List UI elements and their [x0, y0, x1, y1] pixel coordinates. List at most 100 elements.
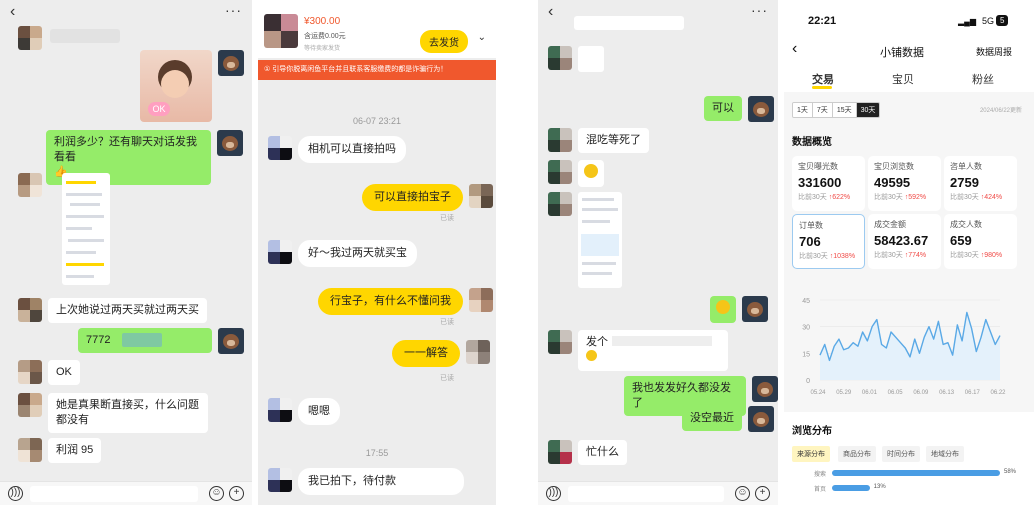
- avatar[interactable]: [469, 288, 493, 312]
- list-item: 嗯嗯: [268, 398, 340, 425]
- input-bar: ))) ☺ +: [0, 481, 252, 505]
- metric-card[interactable]: 咨单人数 2759 比前30天 ↑424%: [944, 156, 1017, 211]
- avatar[interactable]: [548, 160, 572, 184]
- tab-trade[interactable]: 交易: [812, 71, 834, 87]
- product-thumbnail[interactable]: [264, 14, 298, 48]
- timestamp: 06-07 23:21: [352, 116, 402, 126]
- message-bubble[interactable]: 她是真果断直接买，什么问题都没有: [48, 393, 208, 433]
- screenshot-message[interactable]: [578, 192, 622, 288]
- emoji-icon[interactable]: ☺: [735, 486, 750, 501]
- message-bubble[interactable]: 行宝子，有什么不懂问我: [318, 288, 463, 315]
- read-status: 已读: [440, 319, 454, 326]
- message-bubble[interactable]: 混吃等死了: [578, 128, 649, 153]
- plus-icon[interactable]: +: [229, 486, 244, 501]
- message-bubble[interactable]: 没空最近: [682, 406, 742, 431]
- order-shipping: 含运费0.00元: [304, 33, 346, 40]
- message-input[interactable]: [30, 486, 198, 502]
- bar-value: 58%: [1004, 469, 1017, 475]
- avatar[interactable]: [218, 50, 244, 76]
- message-bubble[interactable]: 可以直接拍宝子: [362, 184, 463, 211]
- avatar[interactable]: [748, 96, 774, 122]
- avatar[interactable]: [268, 398, 292, 422]
- x-tick-label: 06.13: [939, 390, 955, 396]
- bar-track: [832, 470, 1000, 476]
- avatar[interactable]: [268, 468, 292, 492]
- browse-tab-time[interactable]: 时间分布: [882, 446, 920, 462]
- weekly-report-link[interactable]: 数据周报: [976, 45, 1012, 58]
- avatar[interactable]: [748, 406, 774, 432]
- message-bubble[interactable]: 上次她说过两天买就过两天买: [48, 298, 207, 323]
- avatar[interactable]: [18, 173, 42, 197]
- message-bubble[interactable]: 利润 95: [48, 438, 102, 463]
- back-icon[interactable]: ‹: [10, 3, 15, 21]
- metric-card[interactable]: 宝贝曝光数 331600 比前30天 ↑622%: [792, 156, 865, 211]
- bar-track: [832, 485, 1000, 491]
- avatar[interactable]: [548, 440, 572, 464]
- browse-section: 浏览分布 来源分布 商品分布 时间分布 地域分布 搜索 58% 首页 13%: [784, 412, 1034, 505]
- update-time: 2024/06/22更新: [979, 108, 1022, 114]
- emoji-icon[interactable]: ☺: [209, 486, 224, 501]
- y-tick-label: 0: [806, 378, 810, 385]
- screenshot-message[interactable]: [62, 173, 110, 285]
- range-1d[interactable]: 1天: [793, 103, 813, 117]
- plus-icon[interactable]: +: [755, 486, 770, 501]
- message-bubble[interactable]: 我已拍下，待付款: [298, 468, 464, 495]
- message-text: 发个: [586, 336, 608, 348]
- avatar[interactable]: [752, 376, 778, 402]
- back-icon[interactable]: ‹: [792, 40, 797, 58]
- browse-tab-region[interactable]: 地域分布: [926, 446, 964, 462]
- emoji-message[interactable]: [578, 160, 604, 187]
- message-bubble[interactable]: OK: [48, 360, 80, 385]
- metric-card[interactable]: 成交人数 659 比前30天 ↑980%: [944, 214, 1017, 269]
- message-bubble[interactable]: 嗯嗯: [298, 398, 340, 425]
- avatar[interactable]: [548, 46, 572, 70]
- browse-tab-item[interactable]: 商品分布: [838, 446, 876, 462]
- avatar[interactable]: [548, 192, 572, 216]
- message-bubble[interactable]: 7772: [78, 328, 212, 353]
- avatar[interactable]: [469, 184, 493, 208]
- avatar[interactable]: [18, 26, 42, 50]
- list-item: 好～我过两天就买宝: [268, 240, 417, 267]
- message-bubble[interactable]: 一一解答: [392, 340, 460, 367]
- range-30d[interactable]: 30天: [856, 103, 880, 117]
- photo-message[interactable]: OK: [140, 50, 212, 122]
- avatar[interactable]: [268, 240, 292, 264]
- browse-tab-source[interactable]: 来源分布: [792, 446, 830, 462]
- metric-card[interactable]: 订单数 706 比前30天 ↑1038%: [792, 214, 865, 269]
- avatar[interactable]: [548, 330, 572, 354]
- message-bubble[interactable]: 相机可以直接拍吗: [298, 136, 406, 163]
- metric-card[interactable]: 宝贝浏览数 49595 比前30天 ↑592%: [868, 156, 941, 211]
- message-bubble[interactable]: 好～我过两天就买宝: [298, 240, 417, 267]
- ship-button[interactable]: 去发货: [420, 30, 468, 53]
- range-15d[interactable]: 15天: [832, 103, 857, 117]
- range-7d[interactable]: 7天: [812, 103, 833, 117]
- emoji-message[interactable]: [710, 296, 736, 323]
- more-icon[interactable]: ···: [225, 2, 242, 18]
- chevron-down-icon[interactable]: ⌄: [478, 32, 486, 43]
- avatar[interactable]: [218, 328, 244, 354]
- voice-icon[interactable]: ))): [8, 486, 23, 501]
- message-bubble[interactable]: 发个: [578, 330, 728, 371]
- message-input[interactable]: [568, 486, 724, 502]
- avatar[interactable]: [18, 298, 42, 322]
- avatar[interactable]: [217, 130, 243, 156]
- message-bubble[interactable]: 可以: [704, 96, 742, 121]
- tab-fans[interactable]: 粉丝: [972, 71, 994, 87]
- more-icon[interactable]: ···: [751, 2, 768, 18]
- avatar[interactable]: [268, 136, 292, 160]
- tab-items[interactable]: 宝贝: [892, 71, 914, 87]
- metric-card[interactable]: 成交金额 58423.67 比前30天 ↑774%: [868, 214, 941, 269]
- list-item: [18, 173, 110, 285]
- avatar[interactable]: [466, 340, 490, 364]
- metric-label: 咨单人数: [950, 162, 982, 171]
- avatar[interactable]: [548, 128, 572, 152]
- voice-icon[interactable]: ))): [546, 486, 561, 501]
- avatar[interactable]: [18, 360, 42, 384]
- bar-label: 首页: [814, 487, 827, 493]
- message-bubble[interactable]: 忙什么: [578, 440, 627, 465]
- avatar[interactable]: [18, 438, 42, 462]
- avatar[interactable]: [18, 393, 42, 417]
- list-item: 她是真果断直接买，什么问题都没有: [18, 393, 208, 433]
- back-icon[interactable]: ‹: [548, 3, 553, 21]
- avatar[interactable]: [742, 296, 768, 322]
